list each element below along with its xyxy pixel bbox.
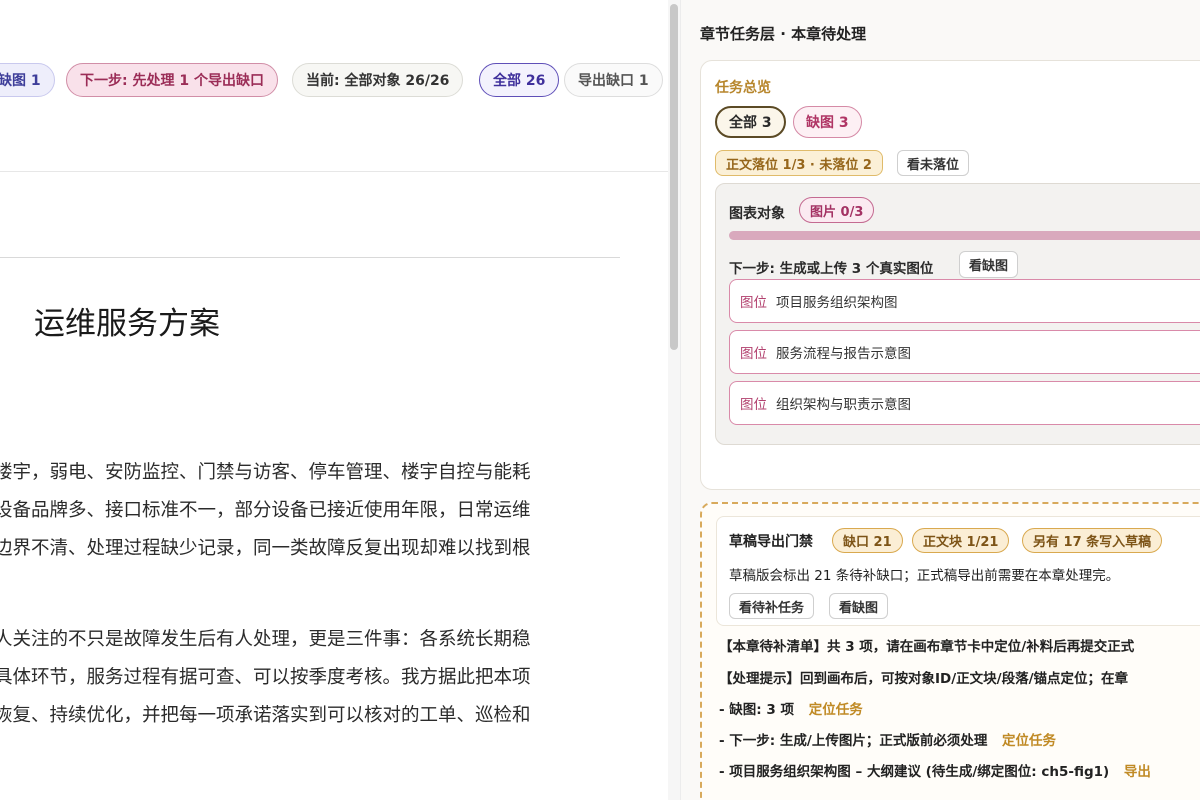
chart-objects-card: 图表对象 图片 0/3 下一步: 生成或上传 3 个真实图位 看缺图 图位 项目… [715, 183, 1200, 445]
chapter-task-panel: 章节任务层 · 本章待处理 任务总览 全部 3 缺图 3 正文落位 1/3 · … [680, 0, 1200, 800]
gate-list-line: - 下一步: 生成/上传图片；正式版前必须处理 定位任务 [719, 729, 1056, 749]
export-gap-chip[interactable]: 导出缺口 1 [564, 63, 663, 97]
paragraph-line: 设备品牌多、接口标准不一，部分设备已接近使用年限，日常运维 [0, 500, 531, 521]
view-pending-tasks-button[interactable]: 看待补任务 [729, 593, 815, 619]
current-scope-chip[interactable]: 当前: 全部对象 26/26 [292, 63, 464, 97]
task-overview-card: 任务总览 全部 3 缺图 3 正文落位 1/3 · 未落位 2 看未落位 图表对… [700, 60, 1200, 490]
gate-line-text: - 缺图: 3 项 [719, 702, 794, 718]
next-step-text: 下一步: 生成或上传 3 个真实图位 [729, 261, 934, 277]
gate-line-text: 【本章待补清单】共 3 项，请在画布章节卡中定位/补料后再提交正式 [719, 639, 1135, 655]
document-paragraph: 人关注的不只是故障发生后有人处理，更是三件事：各系统长期稳 具体环节，服务过程有… [0, 621, 634, 735]
export-link[interactable]: 导出 [1124, 764, 1151, 780]
export-gate-description: 草稿版会标出 21 条待补缺口；正式稿导出前需要在本章处理完。 [729, 568, 1120, 584]
next-step-chip[interactable]: 下一步: 先处理 1 个导出缺口 [66, 63, 278, 97]
toolbar-divider [0, 171, 668, 172]
gate-line-text: 【处理提示】回到画布后，可按对象ID/正文块/段落/锚点定位；在章 [719, 671, 1129, 687]
filter-all-pill[interactable]: 全部 3 [715, 106, 786, 138]
image-slot-name: 组织架构与职责示意图 [776, 397, 911, 413]
gap-count-badge: 缺口 21 [832, 528, 903, 553]
gate-list-line: - 项目服务组织架构图 – 大纲建议 (待生成/绑定图位: ch5-fig1) … [719, 760, 1151, 780]
image-slot-item[interactable]: 图位 项目服务组织架构图 [729, 279, 1200, 323]
page-divider [0, 257, 620, 258]
locate-task-link[interactable]: 定位任务 [1002, 733, 1056, 749]
text-block-badge: 正文块 1/21 [912, 528, 1010, 553]
placement-status-badge: 正文落位 1/3 · 未落位 2 [715, 150, 883, 176]
draft-export-gate-card: 草稿导出门禁 缺口 21 正文块 1/21 另有 17 条写入草稿 草稿版会标出… [700, 502, 1200, 800]
image-slot-name: 项目服务组织架构图 [776, 295, 898, 311]
image-slot-name: 服务流程与报告示意图 [776, 346, 911, 362]
image-slot-tag: 图位 [740, 295, 767, 311]
export-gate-summary: 草稿导出门禁 缺口 21 正文块 1/21 另有 17 条写入草稿 草稿版会标出… [716, 516, 1200, 626]
export-gate-label: 草稿导出门禁 [729, 534, 813, 550]
overview-label: 任务总览 [715, 80, 771, 96]
document-paragraph: 楼宇，弱电、安防监控、门禁与访客、停车管理、楼宇自控与能耗 设备品牌多、接口标准… [0, 454, 634, 568]
draft-extra-badge: 另有 17 条写入草稿 [1022, 528, 1163, 553]
filter-missing-pill[interactable]: 缺图 3 [793, 106, 862, 138]
all-objects-chip[interactable]: 全部 26 [479, 63, 560, 97]
gate-list-line: 【处理提示】回到画布后，可按对象ID/正文块/段落/锚点定位；在章 [719, 667, 1128, 687]
document-pane: 缺图 1 下一步: 先处理 1 个导出缺口 当前: 全部对象 26/26 全部 … [0, 0, 668, 800]
view-missing-images-button[interactable]: 看缺图 [829, 593, 889, 619]
locate-task-link[interactable]: 定位任务 [809, 702, 863, 718]
gate-list-line: - 缺图: 3 项 定位任务 [719, 698, 863, 718]
document-title: 运维服务方案 [34, 306, 220, 342]
document-scrollbar-thumb[interactable] [670, 4, 678, 350]
paragraph-line: 边界不清、处理过程缺少记录，同一类故障反复出现却难以找到根 [0, 538, 531, 559]
paragraph-line: 恢复、持续优化，并把每一项承诺落实到可以核对的工单、巡检和 [0, 705, 531, 726]
gate-line-text: - 项目服务组织架构图 – 大纲建议 (待生成/绑定图位: ch5-fig1) [719, 764, 1110, 780]
gate-line-text: - 下一步: 生成/上传图片；正式版前必须处理 [719, 733, 988, 749]
image-slot-tag: 图位 [740, 346, 767, 362]
paragraph-line: 楼宇，弱电、安防监控、门禁与访客、停车管理、楼宇自控与能耗 [0, 462, 531, 483]
panel-title: 章节任务层 · 本章待处理 [700, 25, 867, 43]
missing-image-chip[interactable]: 缺图 1 [0, 63, 55, 97]
paragraph-line: 人关注的不只是故障发生后有人处理，更是三件事：各系统长期稳 [0, 629, 531, 650]
images-count-badge: 图片 0/3 [799, 197, 875, 223]
gate-list-line: 【本章待补清单】共 3 项，请在画布章节卡中定位/补料后再提交正式 [719, 635, 1134, 655]
view-missing-images-button[interactable]: 看缺图 [959, 251, 1019, 278]
paragraph-line: 具体环节，服务过程有据可查、可以按季度考核。我方据此把本项 [0, 667, 531, 688]
images-progress-bar [729, 231, 1200, 240]
image-slot-item[interactable]: 图位 服务流程与报告示意图 [729, 330, 1200, 374]
image-slot-item[interactable]: 图位 组织架构与职责示意图 [729, 381, 1200, 425]
view-unplaced-button[interactable]: 看未落位 [897, 150, 970, 176]
image-slot-tag: 图位 [740, 397, 767, 413]
chart-objects-label: 图表对象 [729, 206, 785, 222]
